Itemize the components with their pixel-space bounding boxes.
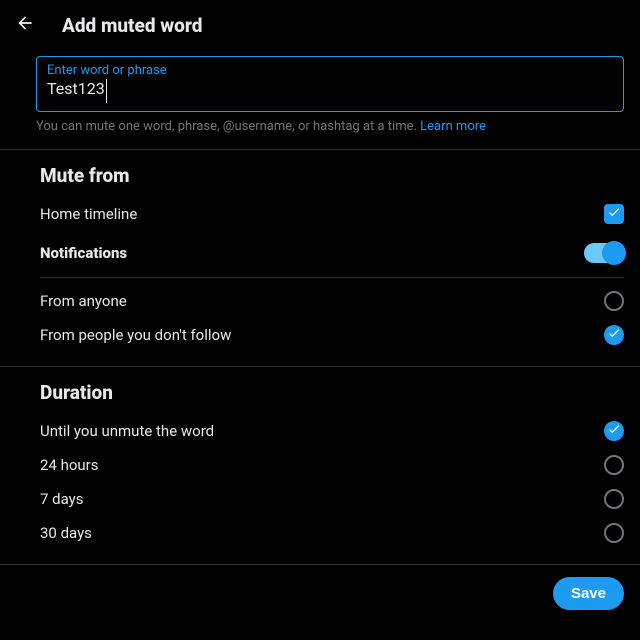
from-anyone-radio[interactable]: [604, 291, 624, 311]
word-input-value: Test123: [47, 79, 107, 103]
toggle-knob: [602, 241, 626, 265]
duration-30d-label: 30 days: [40, 524, 92, 542]
duration-forever-label: Until you unmute the word: [40, 422, 214, 440]
notifications-row[interactable]: Notifications: [0, 231, 640, 271]
home-timeline-checkbox[interactable]: [604, 204, 624, 224]
learn-more-link[interactable]: Learn more: [420, 119, 486, 134]
notifications-label: Notifications: [40, 244, 127, 262]
page-title: Add muted word: [62, 14, 202, 37]
check-icon: [607, 205, 621, 223]
duration-7d-row[interactable]: 7 days: [0, 482, 640, 516]
helper-text: You can mute one word, phrase, @username…: [36, 118, 624, 135]
duration-30d-row[interactable]: 30 days: [0, 516, 640, 550]
duration-forever-radio[interactable]: [604, 421, 624, 441]
word-input[interactable]: [107, 79, 613, 103]
helper-text-body: You can mute one word, phrase, @username…: [36, 119, 420, 134]
duration-title: Duration: [0, 367, 640, 414]
duration-24h-row[interactable]: 24 hours: [0, 448, 640, 482]
from-not-follow-row[interactable]: From people you don't follow: [0, 318, 640, 352]
back-button[interactable]: [8, 8, 42, 42]
duration-forever-row[interactable]: Until you unmute the word: [0, 414, 640, 448]
check-icon: [607, 422, 621, 440]
duration-30d-radio[interactable]: [604, 523, 624, 543]
home-timeline-row[interactable]: Home timeline: [0, 197, 640, 231]
from-not-follow-radio[interactable]: [604, 325, 624, 345]
from-not-follow-label: From people you don't follow: [40, 326, 231, 344]
duration-24h-label: 24 hours: [40, 456, 99, 474]
word-input-field[interactable]: Enter word or phrase Test123: [36, 56, 624, 112]
duration-24h-radio[interactable]: [604, 455, 624, 475]
arrow-left-icon: [15, 13, 35, 37]
mute-from-title: Mute from: [0, 150, 640, 197]
duration-7d-label: 7 days: [40, 490, 84, 508]
from-anyone-row[interactable]: From anyone: [0, 284, 640, 318]
check-icon: [607, 326, 621, 344]
notifications-toggle[interactable]: [584, 243, 624, 263]
word-input-label: Enter word or phrase: [47, 63, 613, 79]
home-timeline-label: Home timeline: [40, 205, 137, 223]
from-anyone-label: From anyone: [40, 292, 127, 310]
save-button[interactable]: Save: [553, 577, 624, 610]
duration-7d-radio[interactable]: [604, 489, 624, 509]
